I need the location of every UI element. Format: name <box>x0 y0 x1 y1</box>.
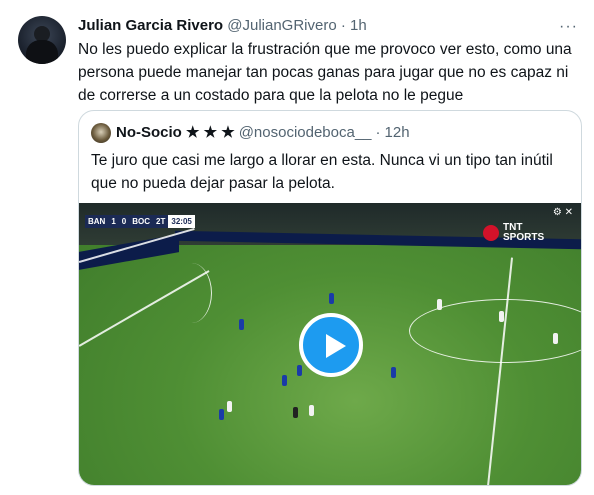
score-home-goals: 1 <box>108 215 119 228</box>
center-circle <box>409 299 581 363</box>
tweet-time[interactable]: 1h <box>350 17 367 34</box>
quoted-tweet-header: No-Socio ★ ★ ★ @nosociodeboca__ · 12h <box>91 123 410 143</box>
player <box>391 367 396 378</box>
quoted-tweet-time: 12h <box>384 124 410 141</box>
broadcaster-logo <box>483 225 499 241</box>
player <box>227 401 232 412</box>
player <box>239 319 244 330</box>
video-player[interactable]: BAN 1 0 BOC 2T 32:05 ⚙ ✕ TNT SPORTS <box>79 203 581 485</box>
player <box>437 299 442 310</box>
broadcaster-line2: SPORTS <box>503 232 545 243</box>
quoted-tweet-text: Te juro que casi me largo a llorar en es… <box>91 152 553 192</box>
tweet-text: No les puedo explicar la frustración que… <box>78 41 572 104</box>
broadcaster-name: TNT SPORTS <box>503 223 544 243</box>
player <box>297 365 302 376</box>
separator: · <box>375 124 381 141</box>
player <box>293 407 298 418</box>
quoted-author-handle: @nosociodeboca__ <box>238 124 372 141</box>
match-clock: 32:05 <box>168 215 195 228</box>
player <box>553 333 558 344</box>
player <box>282 375 287 386</box>
quoted-author-name: No-Socio ★ ★ ★ <box>116 124 235 141</box>
avatar-body <box>26 40 58 64</box>
tweet-header: Julian Garcia Rivero @JulianGRivero · 1h <box>78 16 367 36</box>
avatar[interactable] <box>18 16 66 64</box>
author-name[interactable]: Julian Garcia Rivero <box>78 17 223 34</box>
penalty-arc <box>171 263 212 323</box>
score-home-team: BAN <box>85 215 109 228</box>
tweet[interactable]: Julian Garcia Rivero @JulianGRivero · 1h… <box>0 0 594 495</box>
video-settings-icon[interactable]: ⚙ ✕ <box>553 207 573 218</box>
play-triangle <box>326 334 346 358</box>
play-icon[interactable] <box>299 313 363 377</box>
score-away-team: BOC <box>129 215 154 228</box>
match-period: 2T <box>153 215 169 228</box>
player <box>329 293 334 304</box>
player <box>309 405 314 416</box>
scoreboard: BAN 1 0 BOC 2T 32:05 <box>85 215 195 228</box>
quoted-tweet[interactable]: No-Socio ★ ★ ★ @nosociodeboca__ · 12h Te… <box>78 110 582 486</box>
quoted-avatar[interactable] <box>91 123 111 143</box>
separator: · <box>340 17 346 34</box>
player <box>219 409 224 420</box>
more-horizontal-icon[interactable]: ··· <box>559 18 578 36</box>
score-away-goals: 0 <box>118 215 130 228</box>
author-handle[interactable]: @JulianGRivero <box>227 17 336 34</box>
halfway-line <box>486 257 513 485</box>
player <box>499 311 504 322</box>
